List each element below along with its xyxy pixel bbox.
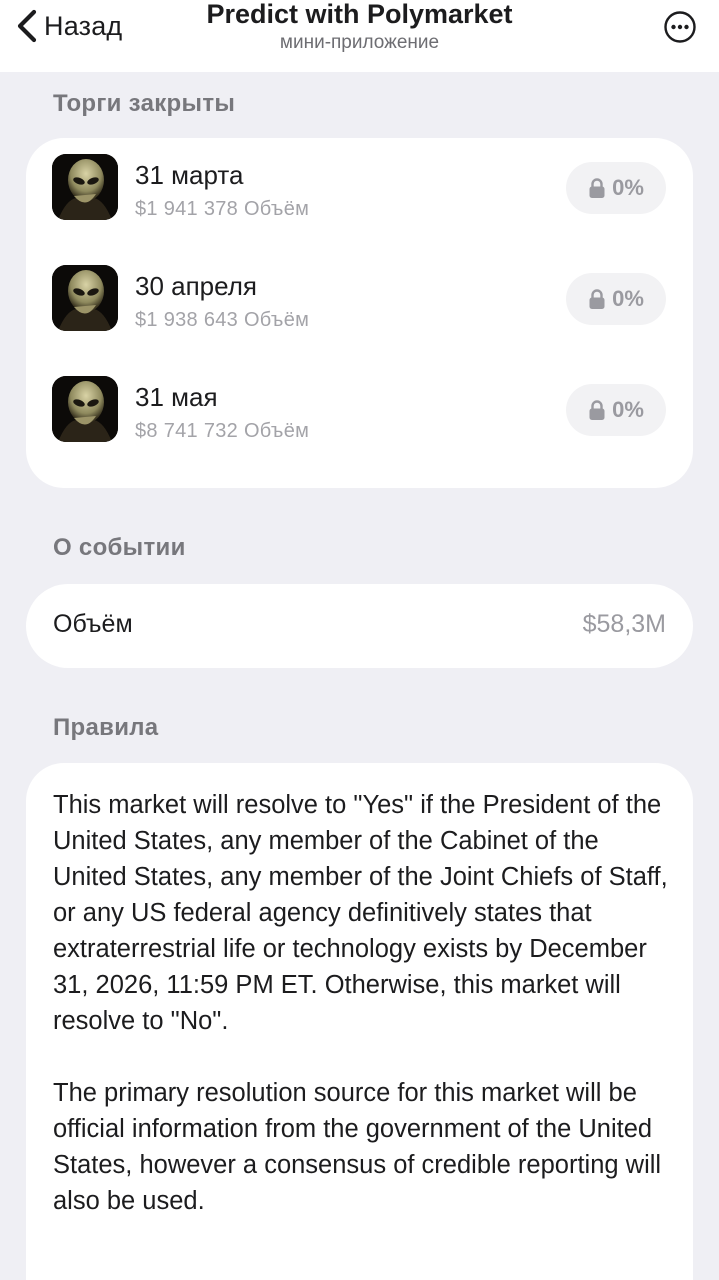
volume-value: $58,3M [582, 610, 666, 638]
rules-text: This market will resolve to "Yes" if the… [53, 787, 673, 1219]
percent-value: 0% [612, 175, 644, 200]
market-name: 31 мая [135, 382, 218, 412]
title-block: Predict with Polymarket мини-приложение [0, 0, 719, 54]
market-volume: $1 938 643 Объём [135, 309, 310, 331]
locked-percent-badge[interactable]: 0% [566, 384, 666, 436]
closed-section-title: Торги закрыты [53, 90, 236, 117]
alien-avatar-image [52, 154, 118, 220]
market-volume: $8 741 732 Объём [135, 420, 310, 442]
app-header: Назад Predict with Polymarket мини-прило… [0, 0, 719, 72]
page-subtitle: мини-приложение [279, 32, 440, 53]
market-row[interactable]: 30 апреля $1 938 643 Объём 0% [26, 265, 666, 345]
ellipsis-circle-icon[interactable] [664, 11, 696, 43]
alien-avatar-image [52, 265, 118, 331]
rules-paragraph: This market will resolve to "Yes" if the… [53, 791, 668, 1035]
volume-label: Объём [53, 610, 133, 638]
lock-icon [589, 400, 605, 420]
lock-icon [589, 178, 605, 198]
market-row[interactable]: 31 марта $1 941 378 Объём 0% [26, 154, 666, 234]
closed-markets-card: 31 марта $1 941 378 Объём 0% 30 апреля $… [26, 138, 693, 488]
market-row[interactable]: 31 мая $8 741 732 Объём 0% [26, 376, 666, 456]
market-name: 30 апреля [135, 271, 257, 301]
locked-percent-badge[interactable]: 0% [566, 162, 666, 214]
alien-avatar-image [52, 376, 118, 442]
market-volume: $1 941 378 Объём [135, 198, 310, 220]
page-title: Predict with Polymarket [206, 0, 513, 29]
volume-card: Объём $58,3M [26, 584, 693, 668]
about-section-title: О событии [53, 534, 186, 561]
percent-value: 0% [612, 286, 644, 311]
rules-paragraph: The primary resolution source for this m… [53, 1079, 662, 1215]
percent-value: 0% [612, 397, 644, 422]
locked-percent-badge[interactable]: 0% [566, 273, 666, 325]
rules-card: This market will resolve to "Yes" if the… [26, 763, 693, 1280]
lock-icon [589, 289, 605, 309]
market-name: 31 марта [135, 160, 244, 190]
rules-section-title: Правила [53, 714, 159, 741]
